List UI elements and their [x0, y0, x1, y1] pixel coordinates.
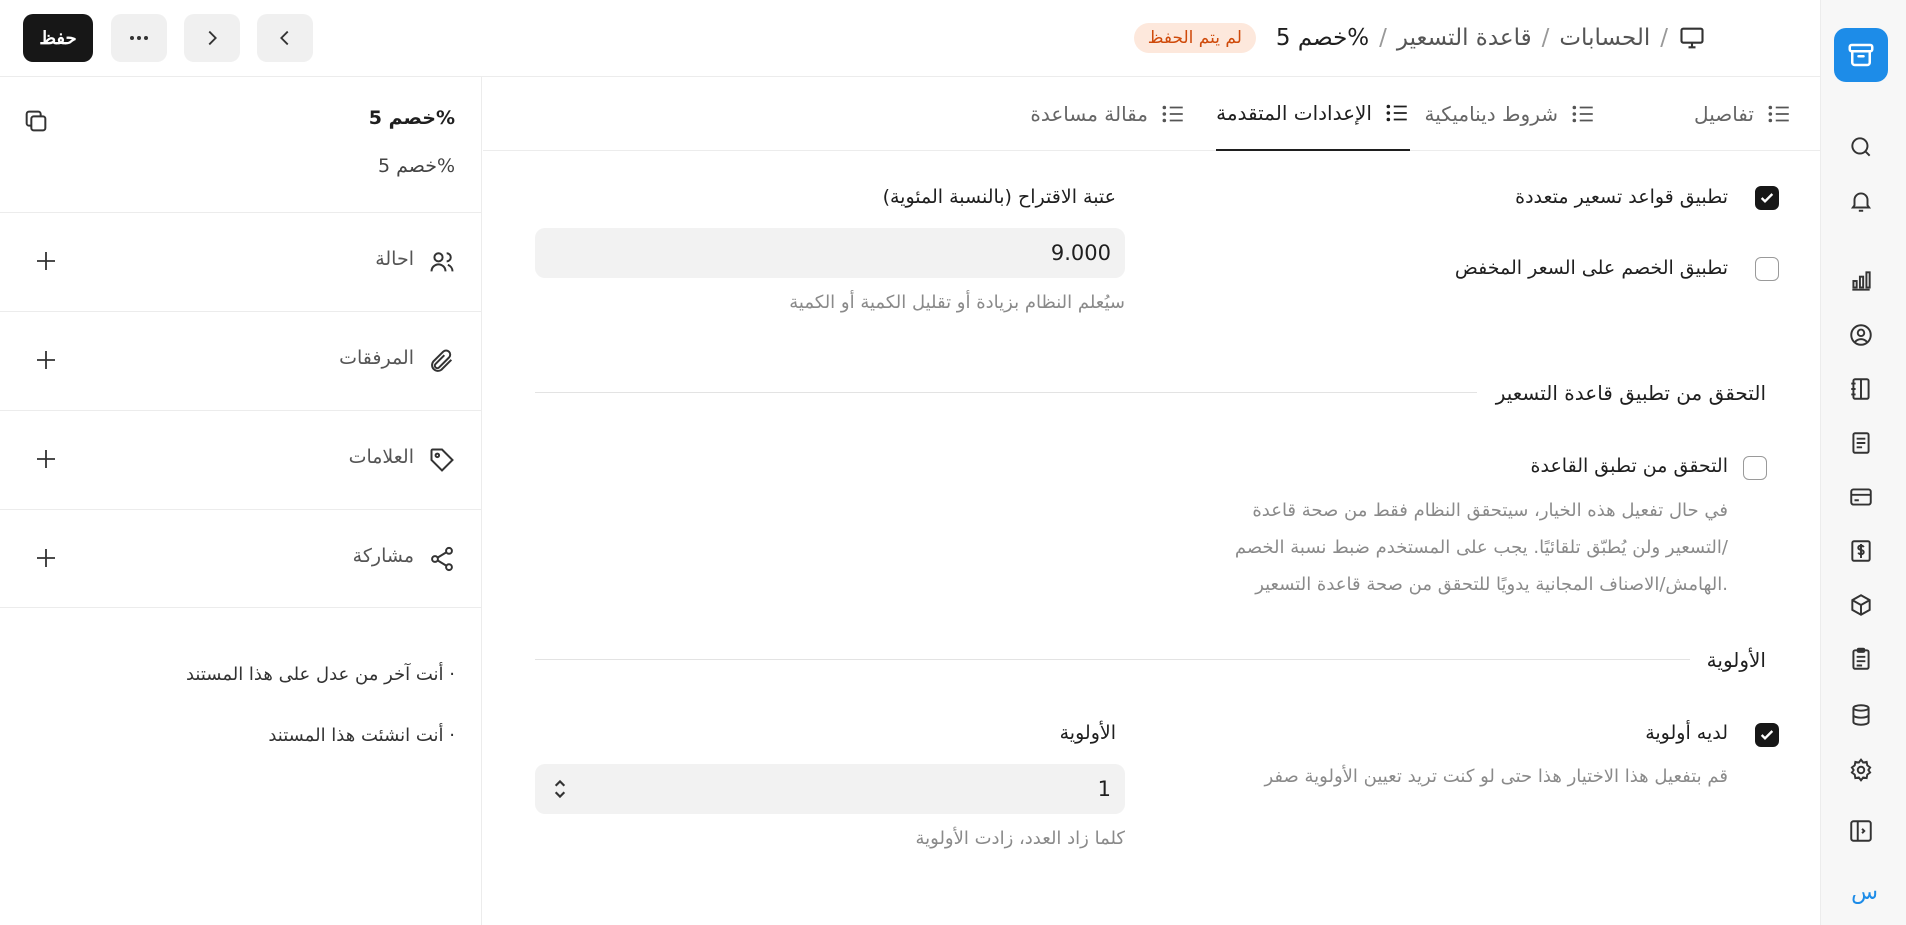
priority-label: الأولوية — [1059, 722, 1116, 744]
plus-icon[interactable] — [34, 249, 58, 273]
chevron-left-icon — [280, 30, 289, 46]
tags-row[interactable]: العلامات — [0, 410, 482, 509]
tab-help-article[interactable]: مقالة مساعدة — [1030, 77, 1186, 151]
threshold-description: سيُعلم النظام بزيادة أو تقليل الكمية أو … — [789, 292, 1125, 313]
box-icon[interactable] — [1848, 592, 1874, 618]
chevron-right-icon — [208, 30, 217, 46]
users-icon — [428, 248, 456, 276]
search-icon[interactable] — [1848, 134, 1874, 160]
priority-input[interactable] — [535, 764, 1125, 814]
tab-bar: تفاصيل شروط ديناميكية الإعدادات المتقدمة… — [483, 77, 1820, 151]
breadcrumb: / الحسابات / قاعدة التسعير / خصم 5% لم ي… — [1133, 20, 1668, 56]
page-header: حفظ / الحسابات / قاعدة التسعير / خصم 5% … — [0, 0, 1820, 77]
has-priority-label: لديه أولوية — [1645, 722, 1728, 744]
gear-icon[interactable] — [1848, 757, 1874, 783]
multiple-rules-label: تطبيق قواعد تسعير متعددة — [1515, 186, 1728, 208]
discount-on-discounted-checkbox[interactable] — [1755, 257, 1779, 281]
last-edited-note: أنت آخر من عدل على هذا المستند · — [185, 664, 455, 685]
sidebar-toggle-icon[interactable] — [1848, 818, 1874, 844]
validate-rule-checkbox[interactable] — [1743, 456, 1767, 480]
paperclip-icon — [428, 347, 456, 375]
threshold-input[interactable] — [535, 228, 1125, 278]
next-record-button[interactable] — [184, 14, 240, 62]
document-subtitle: خصم 5% — [377, 155, 455, 177]
breadcrumb-pricing-rule[interactable]: قاعدة التسعير — [1397, 25, 1532, 51]
section-divider — [535, 659, 1690, 660]
tag-icon — [428, 446, 456, 474]
share-icon — [428, 545, 456, 573]
section-divider — [535, 392, 1477, 393]
document-sidebar: خصم 5% خصم 5% احالة المرفقات العلامات مش… — [0, 77, 482, 925]
previous-record-button[interactable] — [257, 14, 313, 62]
created-note: أنت انشئت هذا المستند · — [268, 725, 455, 746]
app-logo-icon[interactable] — [1834, 28, 1888, 82]
assign-row[interactable]: احالة — [0, 212, 482, 311]
priority-field — [535, 764, 1125, 814]
chart-icon[interactable] — [1848, 268, 1874, 294]
document-title: خصم 5% — [368, 107, 455, 129]
desktop-icon[interactable] — [1678, 24, 1706, 52]
notebook-icon[interactable] — [1848, 376, 1874, 402]
validate-rule-label: التحقق من تطبق القاعدة — [1530, 455, 1728, 477]
user-circle-icon[interactable] — [1848, 322, 1874, 348]
document-icon[interactable] — [1848, 430, 1874, 456]
share-row[interactable]: مشاركة — [0, 509, 482, 608]
tab-dynamic-conditions[interactable]: شروط ديناميكية — [1425, 77, 1596, 151]
ellipsis-icon — [130, 36, 148, 40]
list-icon — [1160, 101, 1186, 127]
has-priority-description: قم بتفعيل هذا الاختيار هذا حتى لو كنت تر… — [1264, 766, 1728, 787]
threshold-label: عتبة الاقتراح (بالنسبة المئوية) — [882, 186, 1116, 208]
check-icon — [1760, 193, 1774, 203]
attachments-row[interactable]: المرفقات — [0, 311, 482, 410]
list-icon — [1766, 101, 1792, 127]
check-icon — [1760, 730, 1774, 740]
plus-icon[interactable] — [34, 447, 58, 471]
priority-description: كلما زاد العدد، زادت الأولوية — [915, 828, 1125, 849]
plus-icon[interactable] — [34, 348, 58, 372]
stepper-icon[interactable] — [547, 776, 573, 802]
save-button[interactable]: حفظ — [23, 14, 93, 62]
breadcrumb-accounts[interactable]: الحسابات — [1559, 25, 1650, 51]
priority-section-title: الأولوية — [1706, 648, 1766, 672]
page-title: خصم 5% — [1275, 25, 1370, 51]
tab-advanced-settings[interactable]: الإعدادات المتقدمة — [1216, 77, 1410, 151]
validation-section-title: التحقق من تطبيق قاعدة التسعير — [1495, 381, 1766, 405]
plus-icon[interactable] — [34, 546, 58, 570]
invoice-icon[interactable] — [1848, 538, 1874, 564]
status-badge: لم يتم الحفظ — [1133, 23, 1256, 53]
discount-on-discounted-label: تطبيق الخصم على السعر المخفض — [1454, 257, 1728, 279]
assign-label: احالة — [375, 248, 414, 270]
attachments-label: المرفقات — [339, 347, 414, 369]
app-rail: س — [1820, 0, 1906, 925]
tags-label: العلامات — [348, 446, 414, 468]
validate-rule-description: في حال تفعيل هذه الخيار، سيتحقق النظام ف… — [1234, 500, 1728, 595]
more-options-button[interactable] — [111, 14, 167, 62]
list-icon — [1384, 100, 1410, 126]
language-switch[interactable]: س — [1851, 880, 1878, 905]
bell-icon[interactable] — [1848, 188, 1874, 214]
copy-icon[interactable] — [22, 107, 50, 135]
database-icon[interactable] — [1848, 702, 1874, 728]
share-label: مشاركة — [352, 545, 414, 567]
multiple-rules-checkbox[interactable] — [1755, 186, 1779, 210]
card-icon[interactable] — [1848, 484, 1874, 510]
has-priority-checkbox[interactable] — [1755, 723, 1779, 747]
tab-details[interactable]: تفاصيل — [1694, 77, 1792, 151]
clipboard-icon[interactable] — [1848, 646, 1874, 672]
list-icon — [1570, 101, 1596, 127]
